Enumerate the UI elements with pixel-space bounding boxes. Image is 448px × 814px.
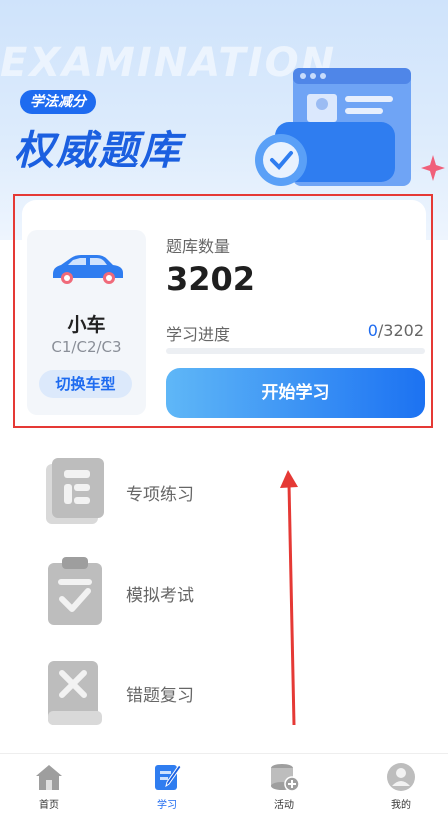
tab-label: 首页: [39, 800, 59, 811]
bottom-tab-bar: 首页 学习 活动 我的: [0, 753, 448, 814]
tab-profile[interactable]: 我的: [345, 754, 448, 814]
book-list-icon: [46, 458, 104, 524]
home-icon: [36, 765, 62, 790]
document-illustration-icon: [255, 68, 445, 186]
tab-activity[interactable]: 活动: [228, 754, 340, 814]
menu-label: 错题复习: [126, 686, 194, 706]
book-x-icon: [48, 661, 102, 725]
tab-label: 活动: [274, 800, 294, 811]
clipboard-check-icon: [48, 557, 102, 625]
menu-label: 专项练习: [126, 485, 194, 505]
highlight-box: [13, 194, 433, 428]
tab-study[interactable]: 学习: [111, 754, 223, 814]
hero-title: 权威题库: [14, 128, 182, 174]
hero-badge: 学法减分: [20, 90, 96, 114]
tab-label: 学习: [157, 800, 177, 811]
tab-home[interactable]: 首页: [0, 754, 105, 814]
tab-label: 我的: [391, 800, 411, 811]
coins-icon: [271, 764, 300, 792]
annotation-arrow-icon: [280, 470, 298, 726]
notebook-pen-icon: [155, 764, 182, 790]
user-icon: [387, 763, 415, 791]
menu-label: 模拟考试: [126, 586, 194, 606]
